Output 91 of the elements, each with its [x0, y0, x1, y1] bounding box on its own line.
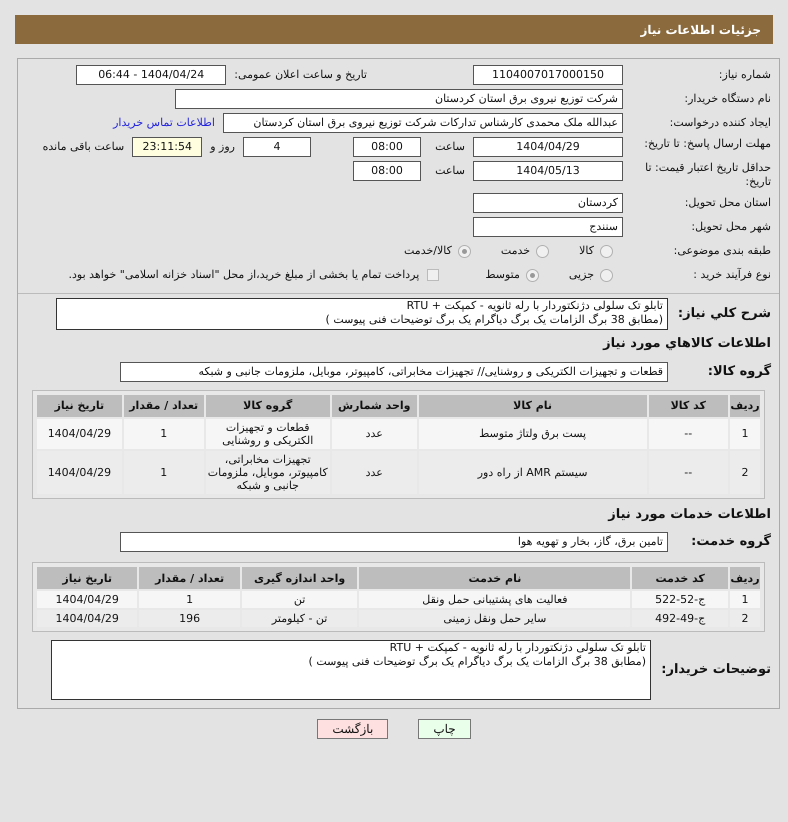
- city-field: سنندج: [473, 217, 623, 237]
- validity-date-field: 1404/05/13: [473, 161, 623, 181]
- column-header: کد کالا: [648, 394, 728, 416]
- column-header: نام کالا: [418, 394, 647, 416]
- radio-button[interactable]: [536, 244, 550, 258]
- buyer-contact-link[interactable]: اطلاعات تماس خریدار: [113, 114, 215, 132]
- table-cell: 2: [730, 610, 760, 627]
- need-number-field: 1104007017000150: [473, 65, 623, 85]
- table-cell: قطعات و تجهیزات الکتریکی و روشنایی: [206, 418, 330, 448]
- field-label: جزیی: [568, 266, 594, 283]
- table-cell: تجهیزات مخابراتی، کامپیوتر، موبایل، ملزومات جانبی و شبکه: [206, 450, 330, 494]
- field-label: مهلت ارسال پاسخ: تا تاریخ:: [643, 137, 771, 151]
- payment-checkbox[interactable]: [427, 269, 440, 281]
- table-cell: تن: [242, 591, 358, 608]
- column-header: تعداد / مقدار: [124, 394, 204, 416]
- field-label: خدمت: [500, 242, 530, 259]
- table-cell: 1404/04/29: [37, 418, 122, 448]
- field-label: نام دستگاه خریدار:: [683, 90, 771, 107]
- column-header: تاریخ نیاز: [37, 567, 138, 589]
- notes-textarea[interactable]: تابلو تک سلولی دژنکتوردار با رله ثانویه - کمپکت + RTU (مطابق 38 برگ الزامات یک برگ دیاگرام یک برگ توضیحات فنی پیوست ): [51, 640, 651, 700]
- deadline-date-field: 1404/04/29: [473, 137, 623, 157]
- requester-field: عبدالله ملک محمدی کارشناس تدارکات شرکت توزیع نیروی برق استان کردستان: [223, 113, 623, 133]
- column-header: گروه کالا: [206, 394, 330, 416]
- table-cell: 1: [730, 418, 760, 448]
- table-cell: عدد: [332, 418, 417, 448]
- column-header: واحد اندازه گیری: [242, 567, 358, 589]
- buyer-field: شرکت توزیع نیروی برق استان کردستان: [175, 89, 623, 109]
- field-label: گروه خدمت:: [690, 532, 771, 552]
- column-header: ردیف: [730, 394, 760, 416]
- column-header: واحد شمارش: [332, 394, 417, 416]
- table-cell: 1404/04/29: [37, 610, 138, 627]
- field-label: حداقل تاریخ اعتبار قیمت: تا تاریخ:: [644, 161, 771, 189]
- column-header: تعداد / مقدار: [139, 567, 240, 589]
- table-cell: تن - کیلومتر: [242, 610, 358, 627]
- table-cell: 196: [139, 610, 240, 627]
- table-cell: سایر حمل ونقل زمینی: [359, 610, 630, 627]
- column-header: تاریخ نیاز: [37, 394, 122, 416]
- table-cell: 1404/04/29: [37, 591, 138, 608]
- field-label: شرح کلي نياز:: [676, 305, 771, 324]
- radio-button[interactable]: [600, 268, 613, 282]
- validity-time-field: 08:00: [353, 161, 421, 181]
- field-label: ساعت: [434, 163, 465, 179]
- field-label: استان محل تحویل:: [684, 194, 771, 211]
- field-label: توضیحات خریدار:: [660, 661, 771, 680]
- table-cell: فعالیت های پشتیبانی حمل ونقل: [359, 591, 630, 608]
- field-label: ایجاد کننده درخواست:: [668, 114, 771, 131]
- column-header: ردیف: [730, 567, 760, 589]
- radio-button[interactable]: [458, 244, 471, 258]
- field-label: ساعت: [434, 139, 465, 155]
- table-cell: 2: [730, 450, 760, 494]
- field-label: پرداخت تمام یا بخشی از مبلغ خرید،از محل "اسناد خزانه اسلامی" خواهد بود.: [68, 266, 420, 283]
- field-label: طبقه بندی موضوعی:: [672, 242, 771, 259]
- field-label: ساعت باقی مانده: [42, 139, 124, 155]
- table-cell: 1: [139, 591, 240, 608]
- table-cell: پست برق ولتاژ متوسط: [418, 418, 647, 448]
- radio-button[interactable]: [526, 268, 539, 282]
- days-field: 4: [243, 137, 311, 157]
- column-header: کد خدمت: [632, 567, 728, 589]
- table-cell: 1404/04/29: [37, 450, 122, 494]
- remaining-time-field: 23:11:54: [132, 137, 202, 157]
- field-label: نوع فرآیند خرید :: [692, 266, 771, 283]
- table-cell: --: [648, 418, 728, 448]
- province-field: کردستان: [473, 193, 623, 213]
- table-cell: ج-49-492: [632, 610, 728, 627]
- table-cell: عدد: [332, 450, 417, 494]
- table-cell: 1: [124, 450, 204, 494]
- back-button[interactable]: بازگشت: [317, 719, 388, 739]
- field-label: کالا/خدمت: [404, 242, 452, 259]
- radio-button[interactable]: [600, 244, 613, 258]
- summary-textarea[interactable]: تابلو تک سلولی دژنکتوردار با رله ثانویه - کمپکت + RTU (مطابق 38 برگ الزامات یک برگ دیاگرام یک برگ توضیحات فنی پیوست ): [56, 298, 668, 330]
- column-header: نام خدمت: [359, 567, 630, 589]
- page-title: جزئیات اطلاعات نیاز: [640, 22, 761, 38]
- table-cell: سیستم AMR از راه دور: [418, 450, 647, 494]
- table-cell: 1: [124, 418, 204, 448]
- announce-date-field: 1404/04/24 - 06:44: [76, 65, 226, 85]
- service-group-field: تامین برق، گاز، بخار و تهویه هوا: [120, 532, 668, 552]
- field-label: متوسط: [485, 266, 520, 283]
- field-label: گروه کالا:: [706, 362, 771, 381]
- table-cell: --: [648, 450, 728, 494]
- goods-group-field: قطعات و تجهیزات الکتریکی و روشنایی// تجهیزات مخابراتی، کامپیوتر، موبایل، ملزومات جانبی و شبکه: [120, 362, 668, 382]
- field-label: شهر محل تحویل:: [690, 218, 771, 235]
- section-title: اطلاعات خدمات مورد نیاز: [606, 506, 772, 524]
- field-label: روز و: [210, 139, 235, 155]
- field-label: کالا: [579, 242, 594, 259]
- print-button[interactable]: چاپ: [418, 719, 471, 739]
- deadline-time-field: 08:00: [353, 137, 421, 157]
- field-label: تاریخ و ساعت اعلان عمومی:: [234, 66, 367, 83]
- table-cell: ج-52-522: [632, 591, 728, 608]
- table-cell: 1: [730, 591, 760, 608]
- section-title: اطلاعات كالاهاي مورد نياز: [602, 335, 772, 353]
- field-label: شماره نیاز:: [718, 66, 771, 83]
